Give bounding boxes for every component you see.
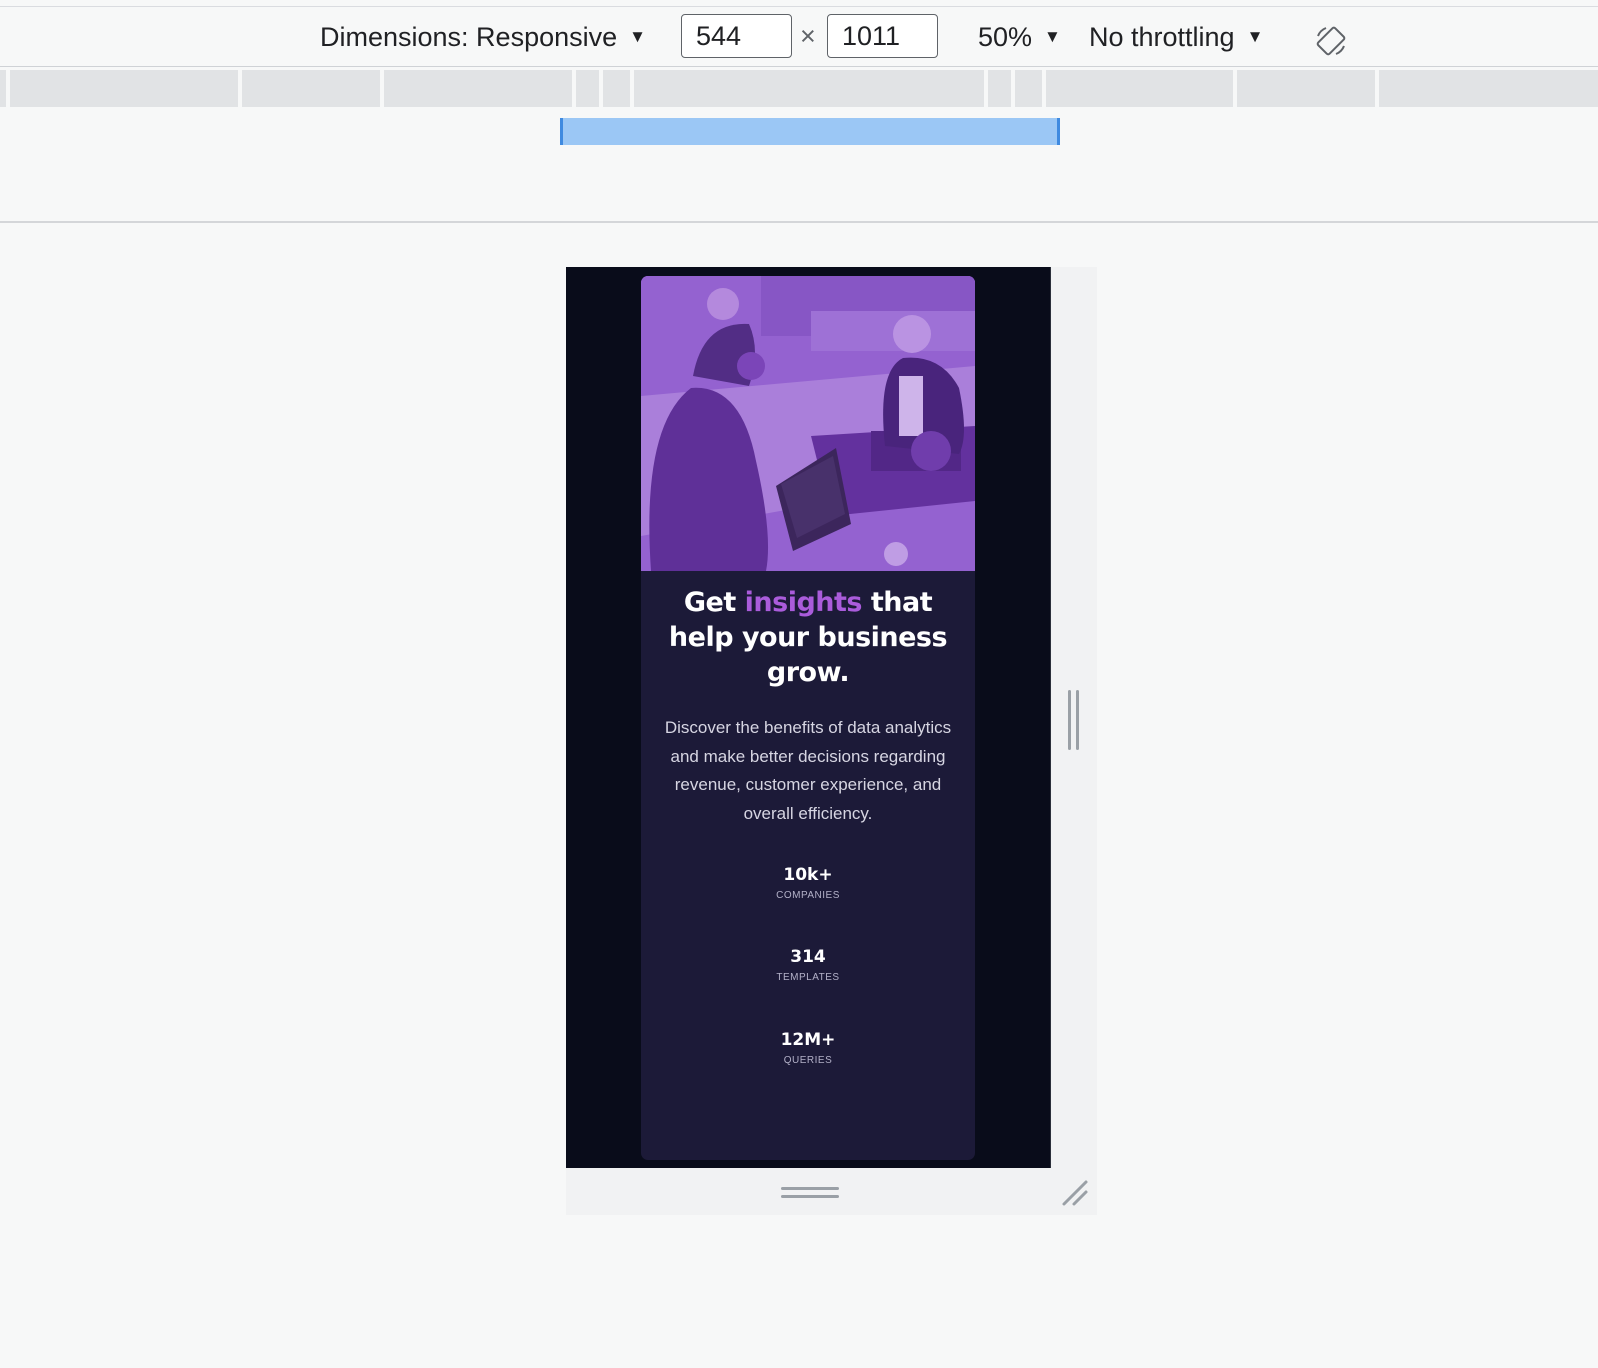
ruler-divider (984, 70, 988, 107)
chevron-down-icon: ▼ (629, 27, 646, 46)
chevron-down-icon: ▼ (1246, 27, 1264, 46)
ruler-divider (380, 70, 384, 107)
ruler-divider (1042, 70, 1046, 107)
description: Discover the benefits of data analytics … (664, 718, 952, 823)
throttling-label: No throttling (1089, 22, 1235, 52)
times-separator: × (800, 21, 816, 51)
stat-value: 314 (790, 947, 826, 967)
zoom-dropdown[interactable]: 50% ▼ (978, 21, 1061, 53)
chevron-down-icon: ▼ (1044, 27, 1061, 46)
rotate-icon[interactable] (1314, 24, 1348, 58)
toolbar-divider (0, 221, 1598, 223)
stat-value: 12M+ (780, 1030, 836, 1050)
ruler-divider (599, 70, 603, 107)
width-input[interactable]: 544 (681, 14, 792, 58)
ruler-divider (630, 70, 634, 107)
ruler-divider (1233, 70, 1237, 107)
ruler-divider (238, 70, 242, 107)
ruler-divider (1011, 70, 1015, 107)
media-query-ruler[interactable] (0, 70, 1598, 107)
stat-queries: 12M+ QUERIES (641, 1029, 975, 1067)
ruler-divider (6, 70, 10, 107)
zoom-label: 50% (978, 22, 1033, 52)
card-body: Get insights that help your business gro… (641, 571, 975, 1160)
dimensions-dropdown[interactable]: Dimensions: Responsive ▼ (320, 21, 646, 53)
stat-value: 10k+ (783, 865, 833, 885)
stats-card: Get insights that help your business gro… (641, 276, 975, 1160)
width-resize-handle[interactable] (1067, 690, 1081, 750)
stat-label: COMPANIES (776, 890, 840, 901)
page-title: Get insights that help your business gro… (661, 585, 955, 690)
stat-companies: 10k+ COMPANIES (641, 864, 975, 902)
stat-label: TEMPLATES (776, 972, 840, 983)
height-resize-handle[interactable] (781, 1186, 839, 1200)
stat-label: QUERIES (783, 1055, 833, 1066)
emulated-viewport: Get insights that help your business gro… (566, 267, 1051, 1168)
stat-templates: 314 TEMPLATES (641, 946, 975, 984)
ruler-divider (1375, 70, 1379, 107)
corner-resize-handle[interactable] (1060, 1178, 1090, 1208)
height-input[interactable]: 1011 (827, 14, 938, 58)
device-toolbar: Dimensions: Responsive ▼ 544 × 1011 50% … (0, 6, 1598, 67)
media-query-bar[interactable] (560, 118, 1060, 145)
dimensions-label: Dimensions: Responsive (320, 22, 618, 52)
ruler-divider (572, 70, 576, 107)
throttling-dropdown[interactable]: No throttling ▼ (1089, 21, 1263, 53)
hero-image (641, 276, 975, 571)
headline-text: Get (683, 587, 745, 618)
headline-accent: insights (744, 587, 863, 618)
